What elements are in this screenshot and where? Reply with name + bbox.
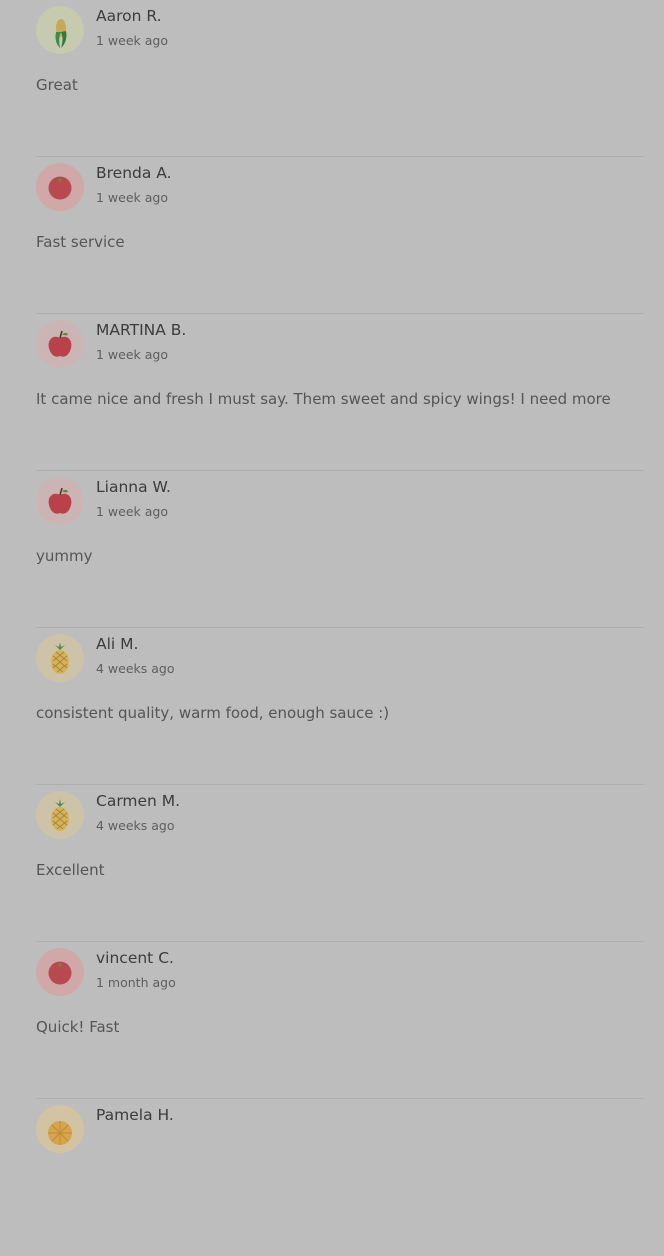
review-time: 1 week ago [96, 347, 168, 362]
review-item: Brenda A. 1 week ago Fast service [36, 157, 644, 314]
review-time: 1 week ago [96, 504, 168, 519]
review-time: 1 week ago [96, 33, 168, 48]
review-item: Lianna W. 1 week ago yummy [36, 471, 644, 628]
reviewer-name: Brenda A. [96, 164, 172, 182]
reviewer-name: MARTINA B. [96, 321, 187, 339]
reviewer-name: Aaron R. [96, 7, 162, 25]
reviews-list: Aaron R. 1 week ago Great Brenda A. 1 we… [36, 0, 644, 1256]
review-text: consistent quality, warm food, enough sa… [36, 704, 390, 722]
review-time: 4 weeks ago [96, 818, 175, 833]
orange-icon [36, 1105, 84, 1153]
review-text: yummy [36, 547, 93, 565]
review-item: Pamela H. [36, 1099, 644, 1256]
pineapple-icon [36, 791, 84, 839]
reviewer-name: Carmen M. [96, 792, 181, 810]
review-text: Excellent [36, 861, 105, 879]
review-time: 1 month ago [96, 975, 176, 990]
reviewer-name: Pamela H. [96, 1106, 174, 1124]
tomato-icon [36, 163, 84, 211]
reviews-screen: { "reviews": [ {"name": "Aaron R.", "tim… [0, 0, 664, 1153]
apple-icon [36, 320, 84, 368]
review-item: Aaron R. 1 week ago Great [36, 0, 644, 157]
pineapple-icon [36, 634, 84, 682]
review-item: vincent C. 1 month ago Quick! Fast [36, 942, 644, 1099]
corn-icon [36, 6, 84, 54]
tomato-icon [36, 948, 84, 996]
reviewer-name: Ali M. [96, 635, 139, 653]
review-text: It came nice and fresh I must say. Them … [36, 390, 611, 408]
apple-icon [36, 477, 84, 525]
reviewer-name: vincent C. [96, 949, 174, 967]
reviewer-name: Lianna W. [96, 478, 171, 496]
review-text: Quick! Fast [36, 1018, 120, 1036]
review-time: 4 weeks ago [96, 661, 175, 676]
review-item: MARTINA B. 1 week ago It came nice and f… [36, 314, 644, 471]
review-time: 1 week ago [96, 190, 168, 205]
review-text: Fast service [36, 233, 125, 251]
review-item: Carmen M. 4 weeks ago Excellent [36, 785, 644, 942]
review-text: Great [36, 76, 78, 94]
review-item: Ali M. 4 weeks ago consistent quality, w… [36, 628, 644, 785]
